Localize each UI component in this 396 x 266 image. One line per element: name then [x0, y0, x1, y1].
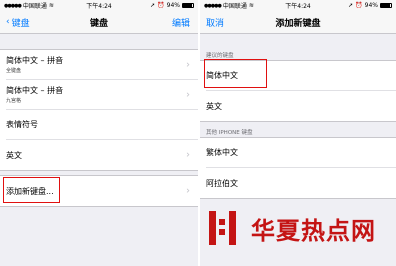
chevron-right-icon: › [186, 59, 190, 70]
clock: 下午4:24 [285, 3, 311, 10]
status-bar: ●●●●● 中国联通 ≋ 下午4:24 ➚ ⏰ 94% [0, 0, 198, 11]
chevron-right-icon: › [186, 149, 190, 161]
section-header: 建议的键盘 [206, 53, 234, 59]
nav-bar: 取消 添加新键盘 [200, 11, 396, 34]
keyboard-layout: 全键盘 [6, 68, 22, 74]
edit-button[interactable]: 编辑 [172, 16, 190, 29]
location-icon: ➚ [348, 2, 354, 9]
keyboards-screen: ●●●●● 中国联通 ≋ 下午4:24 ➚ ⏰ 94% ‹ 键盘 键盘 编辑 简体中文 –… [0, 0, 198, 266]
keyboard-option[interactable]: 阿拉伯文 [206, 168, 396, 198]
signal-icon: ●●●●● [204, 2, 222, 9]
keyboard-option[interactable]: 繁体中文 [206, 138, 396, 168]
watermark-logo-icon [205, 207, 243, 249]
watermark: 华夏热点网 [205, 198, 390, 258]
status-bar: ●●●●● 中国联通 ≋ 下午4:24 ➚ ⏰ 94% [200, 0, 396, 11]
nav-bar: ‹ 键盘 键盘 编辑 [0, 11, 198, 34]
keyboard-name: 简体中文 – 拼音 [6, 86, 64, 95]
clock: 下午4:24 [86, 3, 112, 10]
keyboard-option[interactable]: 英文 [206, 91, 396, 121]
highlight-box [204, 59, 267, 88]
wifi-icon: ≋ [248, 2, 254, 9]
alarm-icon: ⏰ [355, 2, 363, 9]
keyboard-option-label: 繁体中文 [206, 148, 238, 157]
back-label: 键盘 [11, 18, 30, 29]
carrier-label: 中国联通 [222, 3, 247, 10]
watermark-text: 华夏热点网 [251, 216, 376, 245]
keyboard-item[interactable]: 简体中文 – 拼音 全键盘 › [6, 50, 198, 80]
chevron-left-icon: ‹ [6, 17, 10, 27]
chevron-right-icon: › [186, 89, 190, 100]
wifi-icon: ≋ [48, 2, 54, 9]
back-button[interactable]: ‹ 键盘 [6, 16, 30, 29]
alarm-icon: ⏰ [157, 2, 165, 9]
keyboard-item[interactable]: 英文 › [6, 140, 198, 170]
cancel-button[interactable]: 取消 [206, 16, 224, 29]
battery-icon [181, 3, 194, 8]
battery-percent: 94% [364, 2, 379, 9]
keyboard-name: 英文 [6, 150, 22, 160]
keyboard-item[interactable]: 表情符号 [6, 110, 198, 140]
signal-icon: ●●●●● [4, 2, 22, 9]
location-icon: ➚ [150, 2, 156, 9]
other-keyboard-list: 繁体中文 阿拉伯文 [200, 137, 396, 199]
battery-percent: 94% [166, 2, 180, 9]
chevron-right-icon: › [186, 185, 190, 197]
battery-icon [380, 3, 393, 8]
keyboard-option-label: 阿拉伯文 [206, 178, 238, 188]
carrier-label: 中国联通 [22, 3, 47, 10]
section-header: 其他 IPHONE 键盘 [206, 130, 253, 136]
highlight-box [3, 177, 60, 203]
keyboard-item[interactable]: 简体中文 – 拼音 九宫格 › [6, 80, 198, 110]
keyboard-option-label: 英文 [206, 101, 222, 111]
keyboard-name: 表情符号 [6, 120, 38, 129]
page-title: 添加新键盘 [275, 18, 321, 29]
keyboard-layout: 九宫格 [6, 98, 22, 104]
keyboard-list: 简体中文 – 拼音 全键盘 › 简体中文 – 拼音 九宫格 › 表情符号 英文 › [0, 49, 198, 171]
keyboard-name: 简体中文 – 拼音 [6, 56, 64, 65]
